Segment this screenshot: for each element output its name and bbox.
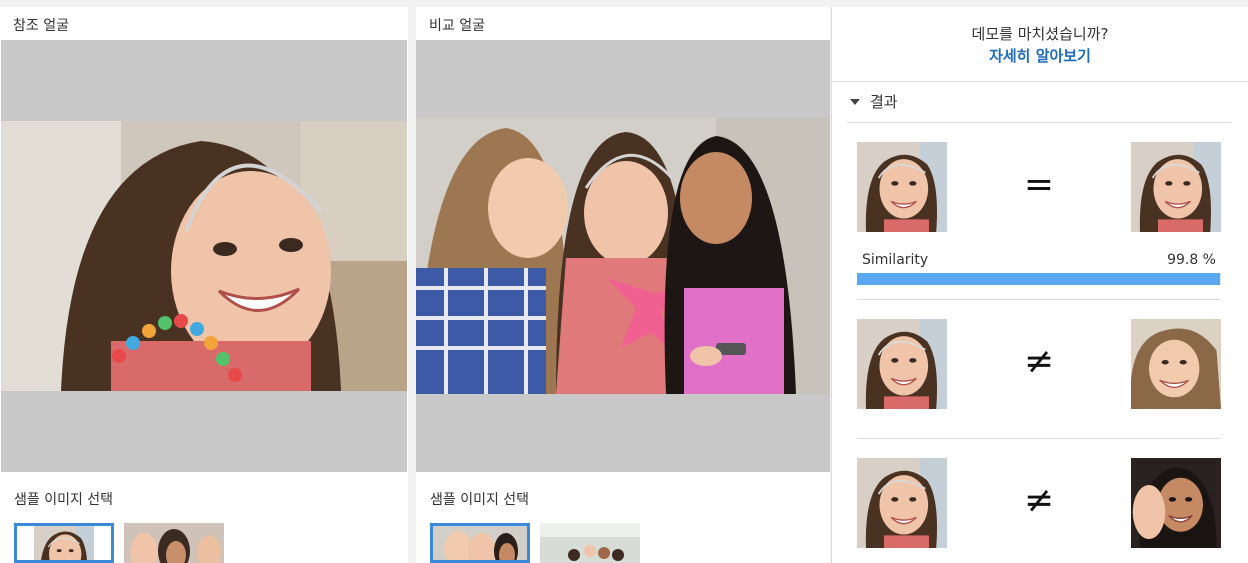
compared-face-thumbnail	[1131, 458, 1221, 548]
demo-question: 데모를 마치셨습니까?	[971, 25, 1109, 43]
compare-thumb-2[interactable]	[540, 523, 640, 563]
not-equal-icon: ≠	[1023, 341, 1055, 382]
face-compare-demo: 참조 얼굴 샘플 이미지 선택 비교 얼굴 샘플 이미지 선택 데모를 마치셨습…	[0, 0, 1248, 563]
results-toggle[interactable]: 결과	[850, 91, 898, 112]
matched-face-thumbnail	[1131, 142, 1221, 232]
result-item-1: = Similarity 99.8 %	[857, 142, 1221, 287]
learn-more-link[interactable]: 자세히 알아보기	[832, 45, 1248, 66]
compare-stage	[416, 40, 830, 472]
compare-title: 비교 얼굴	[429, 18, 485, 34]
divider	[847, 122, 1231, 123]
compare-sample-label: 샘플 이미지 선택	[430, 492, 530, 508]
divider	[857, 299, 1221, 300]
result-item-3: ≠	[857, 458, 1221, 548]
compare-thumb-1[interactable]	[430, 523, 530, 563]
compare-thumbnails	[430, 523, 640, 563]
reference-face-thumbnail	[857, 319, 947, 409]
similarity-label: Similarity	[862, 252, 929, 268]
reference-thumb-2[interactable]	[124, 523, 224, 563]
similarity-value: 99.8 %	[1167, 252, 1216, 268]
similarity-bar	[857, 273, 1221, 285]
not-equal-icon: ≠	[1023, 480, 1055, 521]
divider	[857, 438, 1221, 439]
equal-icon: =	[1023, 164, 1055, 205]
similarity-bar-fill	[857, 273, 1221, 285]
results-sidebar: 데모를 마치셨습니까? 자세히 알아보기 결과 = Similarity 99.…	[831, 7, 1248, 563]
reference-title: 참조 얼굴	[13, 18, 69, 34]
divider	[832, 81, 1248, 82]
compare-panel: 비교 얼굴 샘플 이미지 선택	[416, 7, 830, 563]
reference-photo	[1, 121, 407, 391]
results-label: 결과	[870, 93, 898, 111]
reference-thumb-1[interactable]	[14, 523, 114, 563]
compared-face-thumbnail	[1131, 319, 1221, 409]
caret-down-icon	[850, 98, 860, 105]
reference-face-thumbnail	[857, 142, 947, 232]
compare-photo	[416, 118, 830, 394]
reference-panel: 참조 얼굴 샘플 이미지 선택	[0, 7, 408, 563]
reference-face-thumbnail	[857, 458, 947, 548]
reference-sample-label: 샘플 이미지 선택	[14, 492, 114, 508]
reference-stage	[1, 40, 407, 472]
reference-thumbnails	[14, 523, 224, 563]
result-item-2: ≠	[857, 319, 1221, 409]
